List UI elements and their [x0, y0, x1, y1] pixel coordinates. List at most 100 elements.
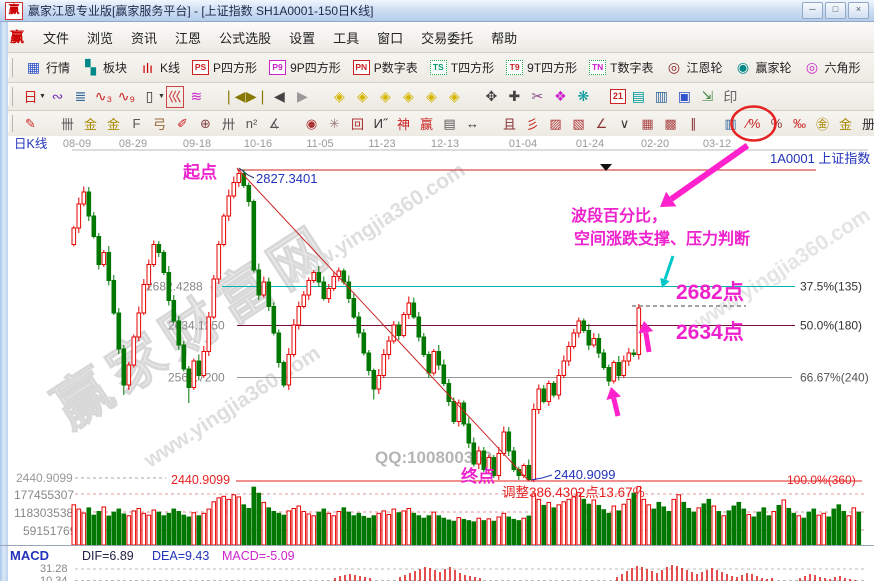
export-button[interactable]: ⇲ [697, 88, 718, 105]
wave-3-button[interactable]: ∿₃ [93, 88, 114, 105]
target-circle-button[interactable]: ◉ [302, 116, 322, 132]
zoom-left-diamond-button[interactable]: ◈ [329, 88, 350, 105]
quotes-button[interactable]: ▦行情 [19, 57, 76, 78]
hexagon-button[interactable]: ◎六角形 [798, 57, 867, 78]
n-square-button[interactable]: n² [242, 116, 262, 131]
brush-b-button[interactable]: ✐ [173, 116, 193, 132]
box-fan-b-button[interactable]: ▧ [569, 116, 589, 132]
i-marks-button[interactable]: И˝ [371, 116, 391, 131]
ying-tool-button[interactable]: 赢 [417, 114, 437, 133]
gold-comb-a-button[interactable]: 金 [81, 114, 101, 133]
kline-label: K线 [160, 59, 180, 76]
grid-a-button[interactable]: ▦ [638, 116, 658, 132]
zoom-narrow-diamond-button[interactable]: ◈ [398, 88, 419, 105]
color-levels-button[interactable]: ≋ [186, 88, 207, 105]
minimize-button[interactable]: ─ [802, 2, 823, 19]
quotes-icon: ▦ [25, 59, 42, 76]
close-button[interactable]: × [848, 2, 869, 19]
bow-tool-button[interactable]: 弓 [150, 114, 170, 133]
period-day-button[interactable]: 日 [20, 87, 41, 107]
notebook-button[interactable]: ▥ [651, 88, 672, 105]
menu-item-5[interactable]: 设置 [280, 25, 324, 50]
plain-comb-button[interactable]: 卅 [219, 114, 239, 133]
gold-circle-button[interactable]: ㊎ [813, 114, 833, 133]
period-day-dropdown-icon[interactable]: ▼ [39, 93, 46, 100]
brush-tool-button[interactable]: ✎ [21, 116, 41, 132]
angle-ruler-button[interactable]: ∡ [265, 116, 285, 132]
slash-lines-button[interactable]: ∥ [684, 116, 704, 132]
spiral-box-button[interactable]: 回 [348, 114, 368, 133]
winner-service-button[interactable]: $赢家服务 [867, 57, 874, 78]
crosshair-button[interactable]: ✚ [504, 88, 525, 105]
p-square-icon: PS [192, 60, 209, 75]
starburst-button[interactable]: ✳ [325, 116, 345, 132]
hand-tool-button[interactable]: ✥ [481, 88, 502, 105]
width-measure-button[interactable]: ↔ [463, 116, 483, 131]
kline-icon: ılı [139, 60, 156, 76]
maximize-button[interactable]: □ [825, 2, 846, 19]
p-square-button[interactable]: PSP四方形 [186, 57, 263, 78]
intraday-map-button[interactable]: ∾ [47, 88, 68, 105]
kline-style-button[interactable]: ▯ [139, 88, 160, 105]
calculator-button[interactable]: ▤ [628, 88, 649, 105]
winner-wheel-button[interactable]: ◉赢家轮 [728, 57, 797, 78]
gann-wheel-button[interactable]: ◎江恩轮 [659, 57, 728, 78]
print-button[interactable]: 印 [720, 87, 741, 107]
nine-t-square-button[interactable]: T99T四方形 [500, 57, 583, 78]
gann-comb-button[interactable]: 卌 [58, 114, 78, 133]
gold-lines-button[interactable]: 金 [836, 114, 856, 133]
menu-item-0[interactable]: 文件 [34, 25, 78, 50]
menu-item-2[interactable]: 资讯 [122, 25, 166, 50]
calendar-button[interactable]: 21 [610, 89, 626, 104]
percent-button[interactable]: % [767, 116, 787, 131]
prev-bar-button[interactable]: ◀ [269, 88, 290, 105]
gold-comb-b-button[interactable]: 金 [104, 114, 124, 133]
sectors-button[interactable]: ▚板块 [76, 57, 133, 78]
menu-item-4[interactable]: 公式选股 [210, 25, 280, 50]
last-bar-button[interactable]: ▶❘ [246, 88, 267, 105]
f-comb-button[interactable]: F [127, 116, 147, 131]
menu-item-6[interactable]: 工具 [324, 25, 368, 50]
menu-item-9[interactable]: 帮助 [482, 25, 526, 50]
v-check-button[interactable]: ∨ [615, 116, 635, 132]
ribbon-tool-button[interactable]: ❖ [550, 88, 571, 105]
kline-button[interactable]: ılıK线 [133, 57, 186, 78]
box-fan-a-button[interactable]: ▨ [546, 116, 566, 132]
angle-lines-button[interactable]: ∠ [592, 116, 612, 132]
zoom-wide-diamond-button[interactable]: ◈ [375, 88, 396, 105]
ai-analysis-button[interactable]: ❋ [573, 88, 594, 105]
menu-item-7[interactable]: 窗口 [368, 25, 412, 50]
book-tool-button[interactable]: 册 [859, 114, 874, 133]
zoom-all-diamond-button[interactable]: ◈ [444, 88, 465, 105]
t-number-table-button[interactable]: TNT数字表 [583, 57, 659, 78]
nine-p-square-button[interactable]: P99P四方形 [263, 57, 347, 78]
grid-b-button[interactable]: ▩ [661, 116, 681, 132]
p-number-table-button[interactable]: PNP数字表 [347, 57, 424, 78]
cut-tool-button[interactable]: ✂ [527, 88, 548, 105]
kline-style-dropdown-icon[interactable]: ▼ [158, 93, 165, 100]
menu-item-1[interactable]: 浏览 [78, 25, 122, 50]
pattern-box-button[interactable]: 巛 [166, 86, 184, 108]
zoom-cross-diamond-button[interactable]: ◈ [421, 88, 442, 105]
nine-p-square-label: 9P四方形 [290, 59, 341, 76]
percent-lines-button[interactable]: ‰ [790, 116, 810, 131]
note-list-button[interactable]: ≣ [70, 88, 91, 105]
menu-item-8[interactable]: 交易委托 [412, 25, 482, 50]
save-button[interactable]: ▣ [674, 88, 695, 105]
percent-retrace-button[interactable]: ∕% [744, 116, 764, 131]
t-square-button[interactable]: TST四方形 [424, 57, 500, 78]
window-title: 赢家江恩专业版[赢家服务平台] - [上证指数 SH1A0001-150日K线] [28, 2, 373, 19]
compass-circle-button[interactable]: ⊕ [196, 116, 216, 132]
next-bar-button[interactable]: ▶ [292, 88, 313, 105]
shen-tool-button[interactable]: 神 [394, 114, 414, 133]
measure-grid-button[interactable]: ▤ [440, 116, 460, 132]
chart-area[interactable] [0, 136, 874, 581]
wave-9-button[interactable]: ∿₉ [116, 88, 137, 105]
zoom-right-diamond-button[interactable]: ◈ [352, 88, 373, 105]
toolbar-nav-items: 日▼∾≣∿₃∿₉▯▼巛≋❘◀▶❘◀▶◈◈◈◈◈◈✥✚✂❖❋21▤▥▣⇲印 [19, 86, 742, 108]
pillar-grid-button[interactable]: 且 [500, 114, 520, 133]
ray-fan-button[interactable]: 彡 [523, 114, 543, 133]
first-bar-button[interactable]: ❘◀ [223, 88, 244, 105]
menu-item-3[interactable]: 江恩 [166, 25, 210, 50]
column-stats-button[interactable]: ▥ [721, 116, 741, 132]
